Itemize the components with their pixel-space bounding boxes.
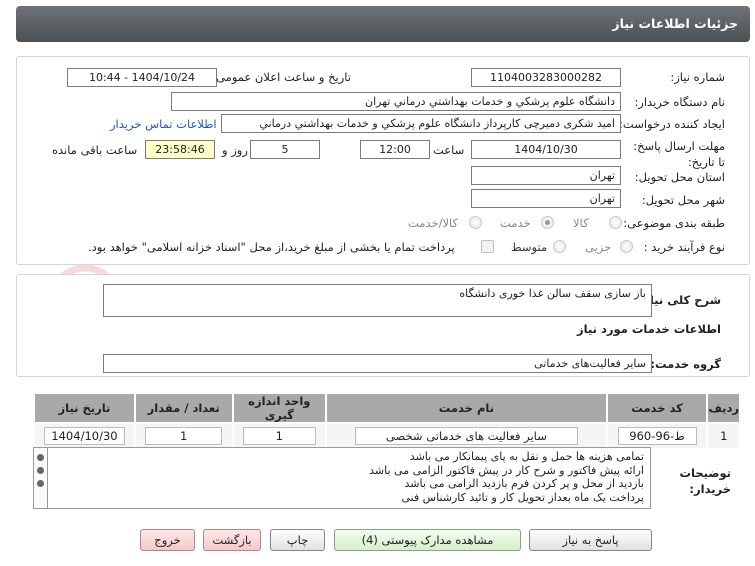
cell-row: 1	[706, 422, 741, 450]
page-title: جزئیات اطلاعات نیاز	[612, 16, 738, 31]
days-label: روز و	[222, 143, 248, 157]
province-field: تهران	[471, 166, 621, 185]
cell-date: 1404/10/30	[33, 422, 136, 450]
table-row: 1 ط-96-960 سایر فعالیت های خدماتی شخصی 1…	[33, 422, 741, 450]
table-header-row: ردیف کد خدمت نام خدمت واحد اندازه گیری ت…	[33, 392, 741, 424]
scroll-down-icon[interactable]	[37, 480, 44, 487]
buyer-org-field: دانشگاه علوم پزشکي و خدمات بهداشتي درمان…	[171, 92, 621, 111]
cell-code: ط-96-960	[605, 422, 709, 450]
creator-field: امید شکری دمیرچی کارپرداز دانشگاه علوم پ…	[221, 114, 621, 133]
buyer-note-line: تمامی هزینه ها حمل و نقل به پای پیمانکار…	[409, 450, 644, 463]
process-radio-minor[interactable]	[620, 240, 633, 253]
category-option-service: خدمت	[500, 216, 531, 230]
cell-name: سایر فعالیت های خدماتی شخصی	[325, 422, 608, 450]
announce-datetime-label: تاریخ و ساعت اعلان عمومی:	[212, 70, 351, 84]
buyer-notes-textarea[interactable]: تمامی هزینه ها حمل و نقل به پای پیمانکار…	[47, 447, 651, 509]
col-header-unit: واحد اندازه گیری	[231, 392, 328, 424]
col-header-code: کد خدمت	[605, 392, 709, 424]
deadline-label: مهلت ارسال پاسخ: تا تاریخ:	[633, 139, 725, 169]
treasury-payment-note: پرداخت تمام یا بخشی از مبلغ خرید،از محل …	[88, 240, 455, 254]
service-group-field: سایر فعالیت‌های خدماتی	[103, 354, 652, 373]
deadline-time-label: ساعت	[433, 143, 465, 157]
city-label: شهر محل تحویل:	[641, 193, 725, 207]
buyer-contact-link[interactable]: اطلاعات تماس خریدار	[110, 117, 217, 131]
exit-button[interactable]: خروج	[140, 529, 195, 551]
remaining-time-label: ساعت باقی مانده	[52, 143, 138, 157]
view-attachments-button[interactable]: مشاهده مدارک پیوستی (4)	[334, 529, 521, 551]
process-type-label: نوع فرآیند خرید :	[643, 240, 725, 254]
buyer-org-label: نام دستگاه خریدار:	[634, 95, 725, 109]
deadline-time-field: 12:00	[360, 140, 430, 159]
buyer-notes-label: توضیحات خریدار:	[679, 466, 732, 496]
col-header-row: ردیف	[706, 392, 741, 424]
general-desc-field: باز سازی سقف سالن غذا خوری دانشگاه	[103, 284, 652, 317]
process-option-medium: متوسط	[511, 240, 548, 254]
buyer-note-line: پرداخت یک ماه بعداز تحویل کار و تائید کا…	[401, 490, 644, 504]
need-number-label: شماره نیاز:	[670, 70, 725, 84]
province-label: استان محل تحویل:	[634, 170, 725, 184]
category-option-goods-service: کالا/خدمت	[408, 216, 459, 230]
need-number-field: 1104003283000282	[471, 68, 621, 87]
services-table: ردیف کد خدمت نام خدمت واحد اندازه گیری ت…	[33, 392, 741, 450]
category-option-goods: کالا	[573, 216, 589, 230]
service-group-label: گروه خدمت:	[650, 357, 721, 371]
back-button[interactable]: بازگشت	[203, 529, 261, 551]
notes-scrollbar[interactable]	[33, 447, 47, 509]
buyer-note-line: بازدید از محل و پر کردن فرم بازدید الزام…	[404, 477, 645, 490]
announce-datetime-field: 1404/10/24 - 10:44	[67, 68, 217, 87]
remaining-time-field: 23:58:46	[145, 140, 215, 159]
print-button[interactable]: چاپ	[270, 529, 325, 551]
treasury-payment-checkbox[interactable]	[481, 240, 494, 253]
category-radio-service[interactable]	[541, 216, 554, 229]
col-header-name: نام خدمت	[325, 392, 608, 424]
cell-qty: 1	[133, 422, 234, 450]
category-label: طبقه بندی موضوعی:	[623, 216, 725, 230]
scroll-thumb-icon[interactable]	[37, 467, 44, 474]
col-header-qty: تعداد / مقدار	[133, 392, 234, 424]
creator-label: ایجاد کننده درخواست:	[619, 117, 725, 131]
city-field: تهران	[471, 189, 621, 208]
category-radio-goods-service[interactable]	[469, 216, 482, 229]
remaining-days-field: 5	[250, 140, 320, 159]
deadline-date-field: 1404/10/30	[471, 140, 621, 159]
col-header-date: تاریخ نیاز	[33, 392, 136, 424]
services-section-title: اطلاعات خدمات مورد نیاز	[577, 322, 721, 336]
category-radio-goods[interactable]	[609, 216, 622, 229]
buyer-note-line: ارائه پیش فاکتور و شرح کار در پیش فاکتور…	[369, 463, 644, 477]
scroll-up-icon[interactable]	[37, 454, 44, 461]
page-titlebar: جزئیات اطلاعات نیاز	[16, 6, 750, 42]
cell-unit: 1	[231, 422, 328, 450]
process-radio-medium[interactable]	[553, 240, 566, 253]
process-option-minor: جزیی	[585, 240, 612, 254]
reply-button[interactable]: پاسخ به نیاز	[529, 529, 652, 551]
